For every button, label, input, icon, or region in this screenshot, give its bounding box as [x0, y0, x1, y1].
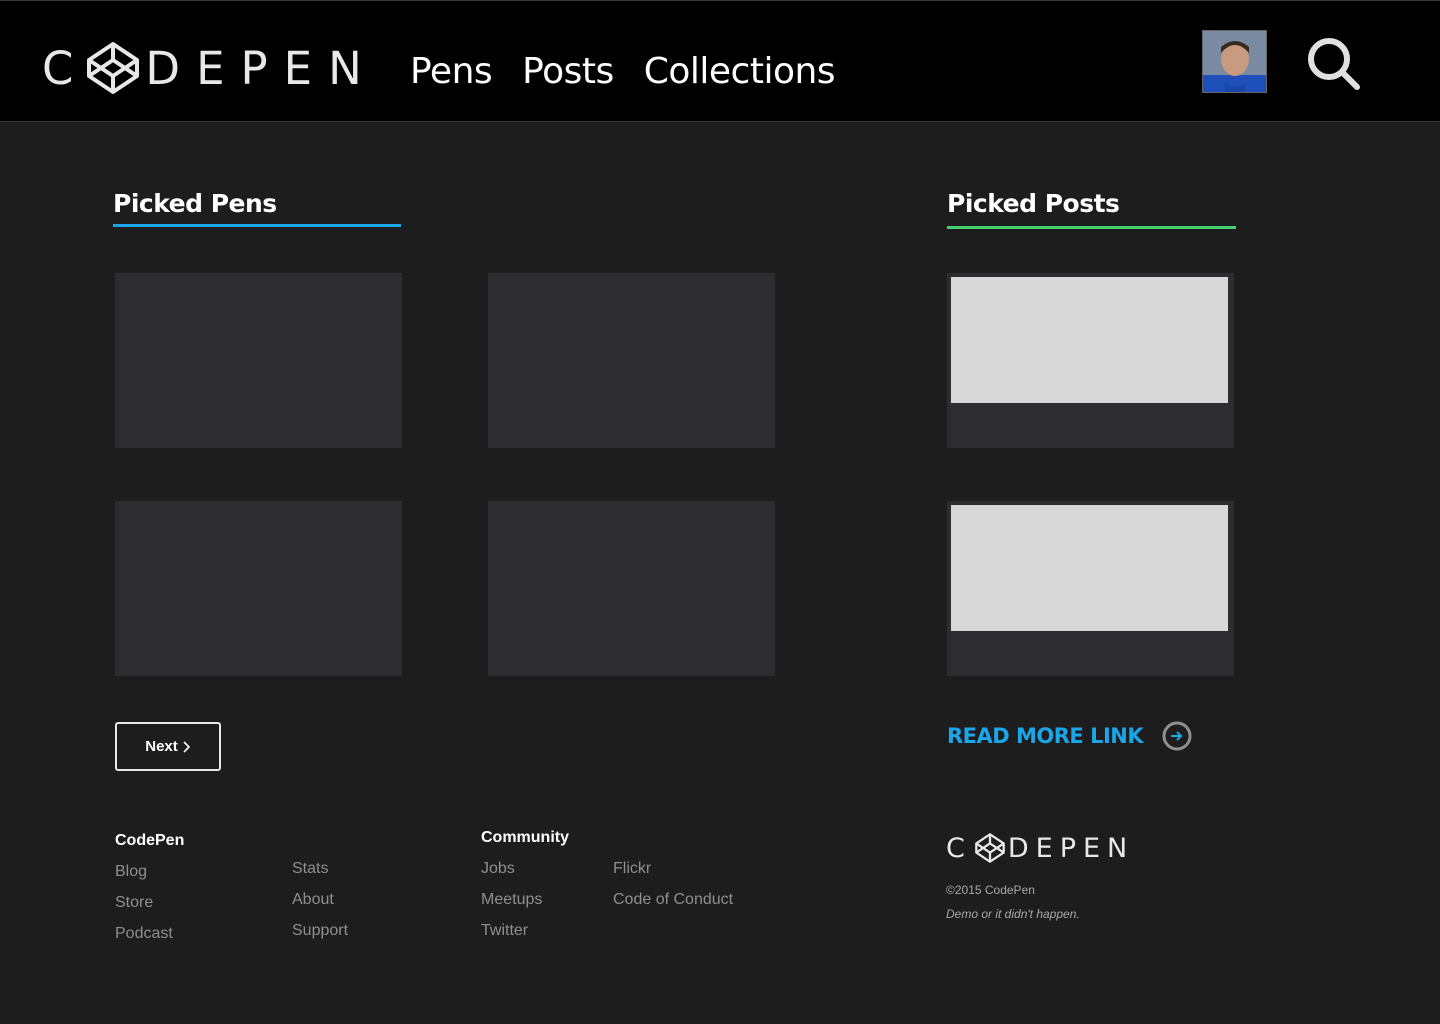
arrow-right-circle-icon	[1162, 721, 1192, 751]
user-avatar[interactable]	[1202, 30, 1267, 93]
picked-pens-title: Picked Pens	[113, 189, 277, 218]
logo-letters-depen: DEPEN	[145, 41, 378, 95]
chevron-right-icon	[183, 740, 190, 753]
picked-posts-title: Picked Posts	[947, 189, 1120, 218]
post-card[interactable]	[947, 501, 1234, 676]
pen-card[interactable]	[488, 273, 775, 448]
footer-logo-letter-c: C	[946, 832, 972, 864]
read-more-label: READ MORE LINK	[947, 724, 1144, 748]
picked-pens-underline	[113, 224, 401, 227]
footer-community-heading: Community	[481, 829, 569, 846]
nav-collections[interactable]: Collections	[644, 49, 836, 95]
footer-link-support[interactable]: Support	[292, 922, 348, 940]
logo-letter-c: C	[42, 41, 84, 95]
footer-copyright: ©2015 CodePen	[946, 883, 1035, 897]
post-thumbnail	[951, 505, 1228, 631]
pen-card[interactable]	[115, 501, 402, 676]
post-thumbnail	[951, 277, 1228, 403]
codepen-logo[interactable]: C DEPEN	[42, 41, 378, 95]
codepen-cube-icon	[87, 42, 140, 94]
avatar-portrait	[1203, 31, 1266, 92]
footer-link-meetups[interactable]: Meetups	[481, 891, 542, 909]
footer-link-about[interactable]: About	[292, 891, 334, 909]
site-header: C DEPEN Pens Posts Collections	[0, 0, 1440, 122]
footer-link-flickr[interactable]: Flickr	[613, 860, 651, 878]
footer-link-twitter[interactable]: Twitter	[481, 922, 528, 940]
search-icon[interactable]	[1305, 35, 1361, 91]
pen-card[interactable]	[488, 501, 775, 676]
footer-link-stats[interactable]: Stats	[292, 860, 328, 878]
post-card[interactable]	[947, 273, 1234, 448]
main-nav: Pens Posts Collections	[410, 49, 836, 95]
codepen-cube-icon	[975, 833, 1005, 863]
footer-link-podcast[interactable]: Podcast	[115, 925, 173, 943]
footer-link-jobs[interactable]: Jobs	[481, 860, 515, 878]
footer-link-code-of-conduct[interactable]: Code of Conduct	[613, 891, 733, 909]
picked-posts-underline	[947, 226, 1236, 229]
nav-posts[interactable]: Posts	[522, 49, 614, 95]
next-button-label: Next	[145, 738, 178, 755]
footer-codepen-logo[interactable]: C DEPEN	[946, 830, 1134, 866]
footer-tagline: Demo or it didn't happen.	[946, 907, 1080, 921]
nav-pens[interactable]: Pens	[410, 49, 493, 95]
footer-link-store[interactable]: Store	[115, 894, 153, 912]
footer-logo-letters-depen: DEPEN	[1007, 832, 1135, 864]
next-button[interactable]: Next	[115, 722, 221, 771]
footer-codepen-heading: CodePen	[115, 832, 185, 849]
pen-card[interactable]	[115, 273, 402, 448]
footer-link-blog[interactable]: Blog	[115, 863, 147, 881]
read-more-link[interactable]: READ MORE LINK	[947, 720, 1193, 752]
